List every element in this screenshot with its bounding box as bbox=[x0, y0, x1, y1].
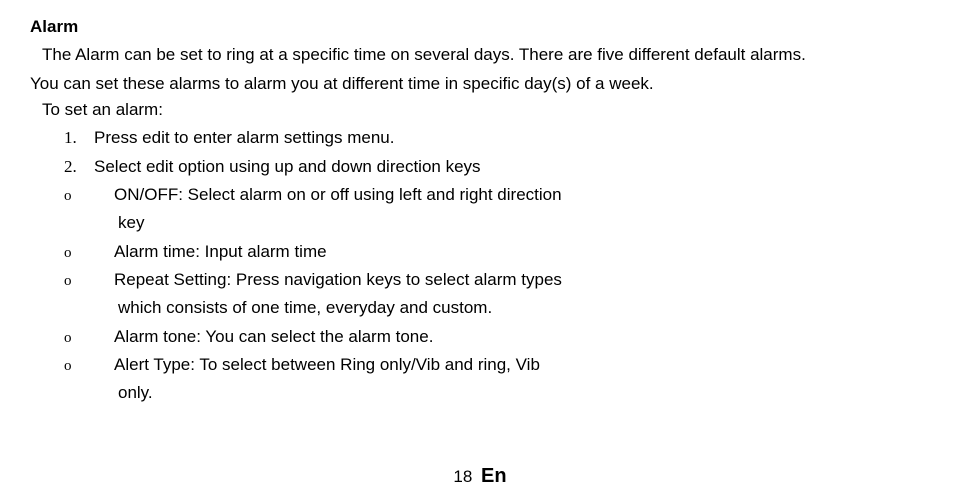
option-onoff-cont: key bbox=[118, 210, 930, 236]
option-repeat-cont: which consists of one time, everyday and… bbox=[118, 295, 930, 321]
step-2: 2.Select edit option using up and down d… bbox=[64, 154, 930, 180]
bullet-icon: o bbox=[64, 185, 114, 208]
intro-line-1: The Alarm can be set to ring at a specif… bbox=[42, 42, 930, 68]
step-1-text: Press edit to enter alarm settings menu. bbox=[94, 128, 394, 147]
option-alert-type-cont: only. bbox=[118, 380, 930, 406]
option-onoff: oON/OFF: Select alarm on or off using le… bbox=[64, 182, 930, 208]
step-2-text: Select edit option using up and down dir… bbox=[94, 157, 481, 176]
lang-label: En bbox=[481, 465, 507, 487]
option-tone: oAlarm tone: You can select the alarm to… bbox=[64, 324, 930, 350]
option-tone-text: Alarm tone: You can select the alarm ton… bbox=[114, 327, 433, 346]
step-2-num: 2. bbox=[64, 154, 94, 180]
page-footer: 18 En bbox=[0, 461, 960, 492]
option-alarm-time: oAlarm time: Input alarm time bbox=[64, 239, 930, 265]
section-title: Alarm bbox=[30, 14, 930, 40]
step-1: 1.Press edit to enter alarm settings men… bbox=[64, 125, 930, 151]
option-alert-type: oAlert Type: To select between Ring only… bbox=[64, 352, 930, 378]
option-onoff-text: ON/OFF: Select alarm on or off using lef… bbox=[114, 185, 562, 204]
step-1-num: 1. bbox=[64, 125, 94, 151]
subtitle: To set an alarm: bbox=[42, 97, 930, 123]
bullet-icon: o bbox=[64, 242, 114, 265]
page-number: 18 bbox=[453, 467, 472, 486]
option-repeat: oRepeat Setting: Press navigation keys t… bbox=[64, 267, 930, 293]
bullet-icon: o bbox=[64, 355, 114, 378]
option-repeat-text: Repeat Setting: Press navigation keys to… bbox=[114, 270, 562, 289]
bullet-icon: o bbox=[64, 270, 114, 293]
bullet-icon: o bbox=[64, 327, 114, 350]
option-alarm-time-text: Alarm time: Input alarm time bbox=[114, 242, 327, 261]
option-alert-type-text: Alert Type: To select between Ring only/… bbox=[114, 355, 540, 374]
intro-line-2: You can set these alarms to alarm you at… bbox=[30, 71, 930, 97]
